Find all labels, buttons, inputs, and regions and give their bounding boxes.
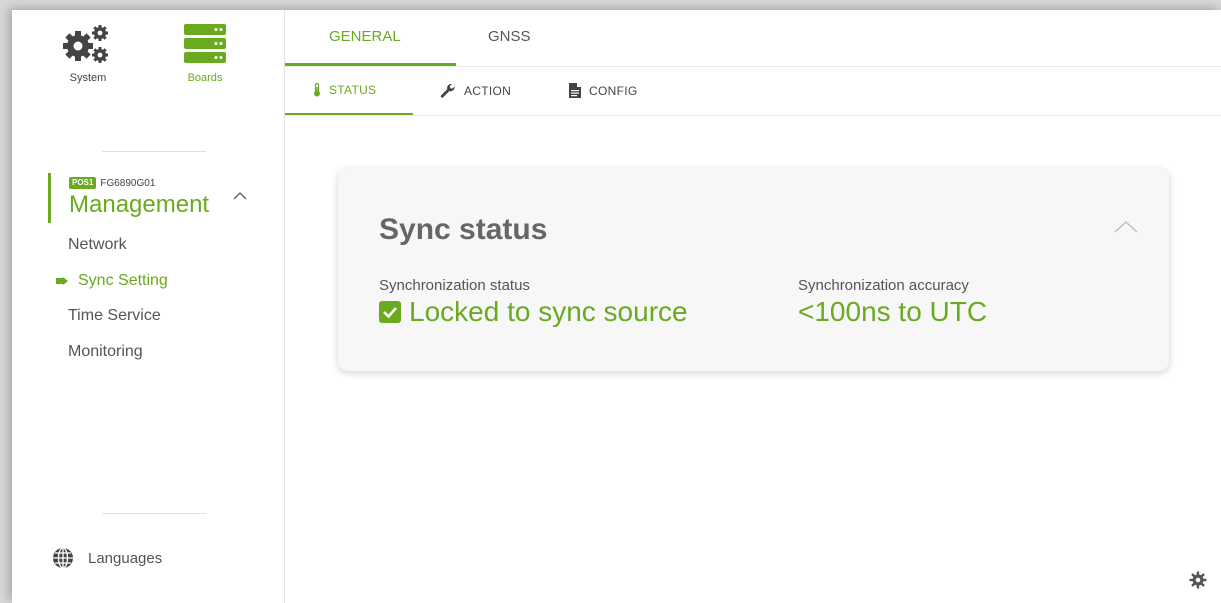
sidebar-item-monitoring[interactable]: Monitoring xyxy=(68,343,143,361)
main-content: GENERAL GNSS STATUS ACTION CONFIG Sync s… xyxy=(285,10,1221,603)
primary-tabs: GENERAL GNSS xyxy=(285,10,1221,67)
sidebar-divider-bottom xyxy=(102,513,206,514)
tab-label: CONFIG xyxy=(589,83,638,98)
sync-accuracy-text: <100ns to UTC xyxy=(798,296,988,327)
sidebar-item-label: Network xyxy=(68,236,127,253)
sync-accuracy-value: <100ns to UTC xyxy=(798,296,987,328)
tab-config[interactable]: CONFIG xyxy=(569,83,637,98)
sidebar-item-label: Time Service xyxy=(68,307,161,324)
tab-general[interactable]: GENERAL xyxy=(329,28,401,45)
position-badge: POS1 xyxy=(69,177,97,189)
active-tab-indicator xyxy=(285,63,456,66)
active-subtab-indicator xyxy=(285,113,413,115)
chevron-up-icon[interactable] xyxy=(232,191,248,201)
sync-status-label: Synchronization status xyxy=(379,277,530,294)
sidebar-divider xyxy=(102,151,206,152)
sidebar-item-time-service[interactable]: Time Service xyxy=(68,307,161,325)
boards-label: Boards xyxy=(187,72,223,84)
settings-gear-icon[interactable] xyxy=(1189,571,1207,589)
sync-status-text: Locked to sync source xyxy=(409,296,688,327)
server-stack-icon xyxy=(184,24,226,63)
card-title: Sync status xyxy=(379,213,548,246)
globe-icon xyxy=(53,547,73,569)
sidebar-item-label: Monitoring xyxy=(68,343,143,360)
chevron-up-icon[interactable] xyxy=(1113,220,1139,234)
sync-status-value: Locked to sync source xyxy=(379,296,688,328)
document-icon xyxy=(569,83,581,98)
sidebar-item-label: Sync Setting xyxy=(78,272,168,289)
checkbox-checked-icon xyxy=(379,301,401,323)
tab-action[interactable]: ACTION xyxy=(440,83,511,99)
secondary-tabs: STATUS ACTION CONFIG xyxy=(285,67,1221,116)
tab-label: STATUS xyxy=(329,83,377,97)
sidebar-item-network[interactable]: Network xyxy=(68,236,127,254)
sidebar: System Boards POS1 FG6890G01 Management xyxy=(12,10,285,603)
sidebar-item-sync-setting[interactable]: Sync Setting xyxy=(56,272,168,290)
board-section-header[interactable]: POS1 FG6890G01 Management xyxy=(48,173,248,223)
boards-button[interactable]: Boards xyxy=(182,22,228,84)
sync-accuracy-label: Synchronization accuracy xyxy=(798,277,969,294)
board-id: FG6890G01 xyxy=(100,177,156,189)
tab-status[interactable]: STATUS xyxy=(313,83,376,97)
system-button[interactable]: System xyxy=(60,22,116,84)
gears-icon xyxy=(63,25,108,63)
section-title: Management xyxy=(69,191,210,218)
thermometer-icon xyxy=(314,83,320,97)
tab-label: ACTION xyxy=(464,84,512,98)
languages-button[interactable]: Languages xyxy=(52,547,162,569)
tab-gnss[interactable]: GNSS xyxy=(488,28,531,45)
system-label: System xyxy=(69,72,107,84)
wrench-icon xyxy=(440,83,455,98)
sync-status-card: Sync status Synchronization status Locke… xyxy=(338,168,1169,371)
arrow-right-icon xyxy=(56,272,68,290)
app-window: System Boards POS1 FG6890G01 Management xyxy=(12,10,1221,603)
languages-label: Languages xyxy=(88,549,163,567)
